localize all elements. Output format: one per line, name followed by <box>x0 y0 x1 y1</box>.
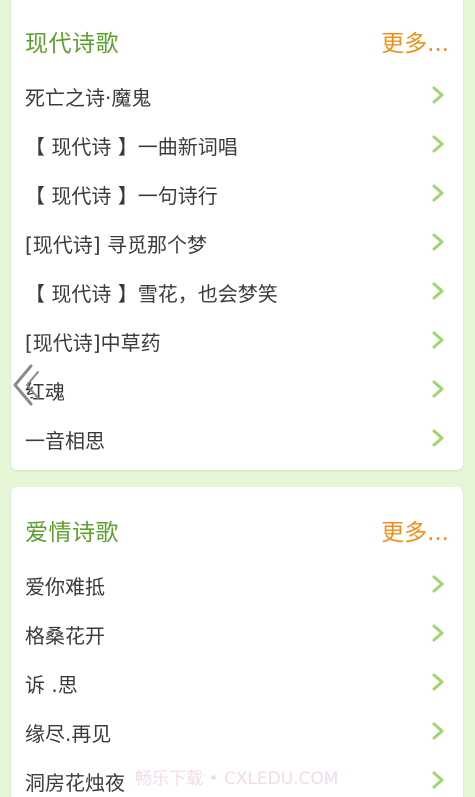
section-header: 现代诗歌 更多... <box>11 0 463 72</box>
page: 现代诗歌 更多... 死亡之诗·魔鬼 【 现代诗 】一曲新词唱 【 现代诗 】一… <box>0 0 475 797</box>
list-item[interactable]: 【 现代诗 】一曲新词唱 <box>11 121 463 170</box>
list-item[interactable]: 缘尽.再见 <box>11 708 463 757</box>
back-arrow-icon[interactable] <box>11 362 43 408</box>
list-item[interactable]: [现代诗] 寻觅那个梦 <box>11 219 463 268</box>
item-label: 一音相思 <box>25 429 105 453</box>
chevron-right-icon <box>432 429 444 447</box>
item-label: 诉 .思 <box>25 673 78 697</box>
chevron-right-icon <box>432 331 444 349</box>
list-item[interactable]: 死亡之诗·魔鬼 <box>11 72 463 121</box>
poem-list: 死亡之诗·魔鬼 【 现代诗 】一曲新词唱 【 现代诗 】一句诗行 [现代诗] 寻… <box>11 72 463 464</box>
chevron-right-icon <box>432 184 444 202</box>
list-item[interactable]: 红魂 <box>11 366 463 415</box>
list-item[interactable]: 【 现代诗 】一句诗行 <box>11 170 463 219</box>
chevron-right-icon <box>432 624 444 642</box>
chevron-right-icon <box>432 380 444 398</box>
more-link[interactable]: 更多... <box>381 24 449 58</box>
list-item[interactable]: 诉 .思 <box>11 659 463 708</box>
list-item[interactable]: 【 现代诗 】雪花，也会梦笑 <box>11 268 463 317</box>
item-label: 缘尽.再见 <box>25 722 112 746</box>
list-item[interactable]: [现代诗]中草药 <box>11 317 463 366</box>
chevron-right-icon <box>432 575 444 593</box>
item-label: 死亡之诗·魔鬼 <box>25 86 152 110</box>
list-item[interactable]: 格桑花开 <box>11 610 463 659</box>
chevron-right-icon <box>432 233 444 251</box>
item-label: [现代诗] 寻觅那个梦 <box>25 233 207 257</box>
item-label: 【 现代诗 】一曲新词唱 <box>25 135 238 159</box>
chevron-right-icon <box>432 673 444 691</box>
item-label: 洞房花烛夜 <box>25 771 125 795</box>
list-item[interactable]: 爱你难抵 <box>11 561 463 610</box>
list-item[interactable]: 洞房花烛夜 <box>11 757 463 797</box>
item-label: 【 现代诗 】一句诗行 <box>25 184 218 208</box>
item-label: 格桑花开 <box>25 624 105 648</box>
item-label: 【 现代诗 】雪花，也会梦笑 <box>25 282 278 306</box>
chevron-right-icon <box>432 282 444 300</box>
section-title: 爱情诗歌 <box>25 520 119 546</box>
chevron-right-icon <box>432 135 444 153</box>
section-title: 现代诗歌 <box>25 31 119 57</box>
chevron-right-icon <box>432 771 444 789</box>
item-label: [现代诗]中草药 <box>25 331 161 355</box>
section-love-poetry: 爱情诗歌 更多... 爱你难抵 格桑花开 诉 .思 缘尽.再见 洞房花烛夜 <box>11 487 463 797</box>
chevron-right-icon <box>432 722 444 740</box>
list-item[interactable]: 一音相思 <box>11 415 463 464</box>
more-link[interactable]: 更多... <box>381 513 449 547</box>
poem-list: 爱你难抵 格桑花开 诉 .思 缘尽.再见 洞房花烛夜 <box>11 561 463 797</box>
chevron-right-icon <box>432 86 444 104</box>
section-modern-poetry: 现代诗歌 更多... 死亡之诗·魔鬼 【 现代诗 】一曲新词唱 【 现代诗 】一… <box>11 0 463 470</box>
section-header: 爱情诗歌 更多... <box>11 487 463 561</box>
item-label: 爱你难抵 <box>25 575 105 599</box>
